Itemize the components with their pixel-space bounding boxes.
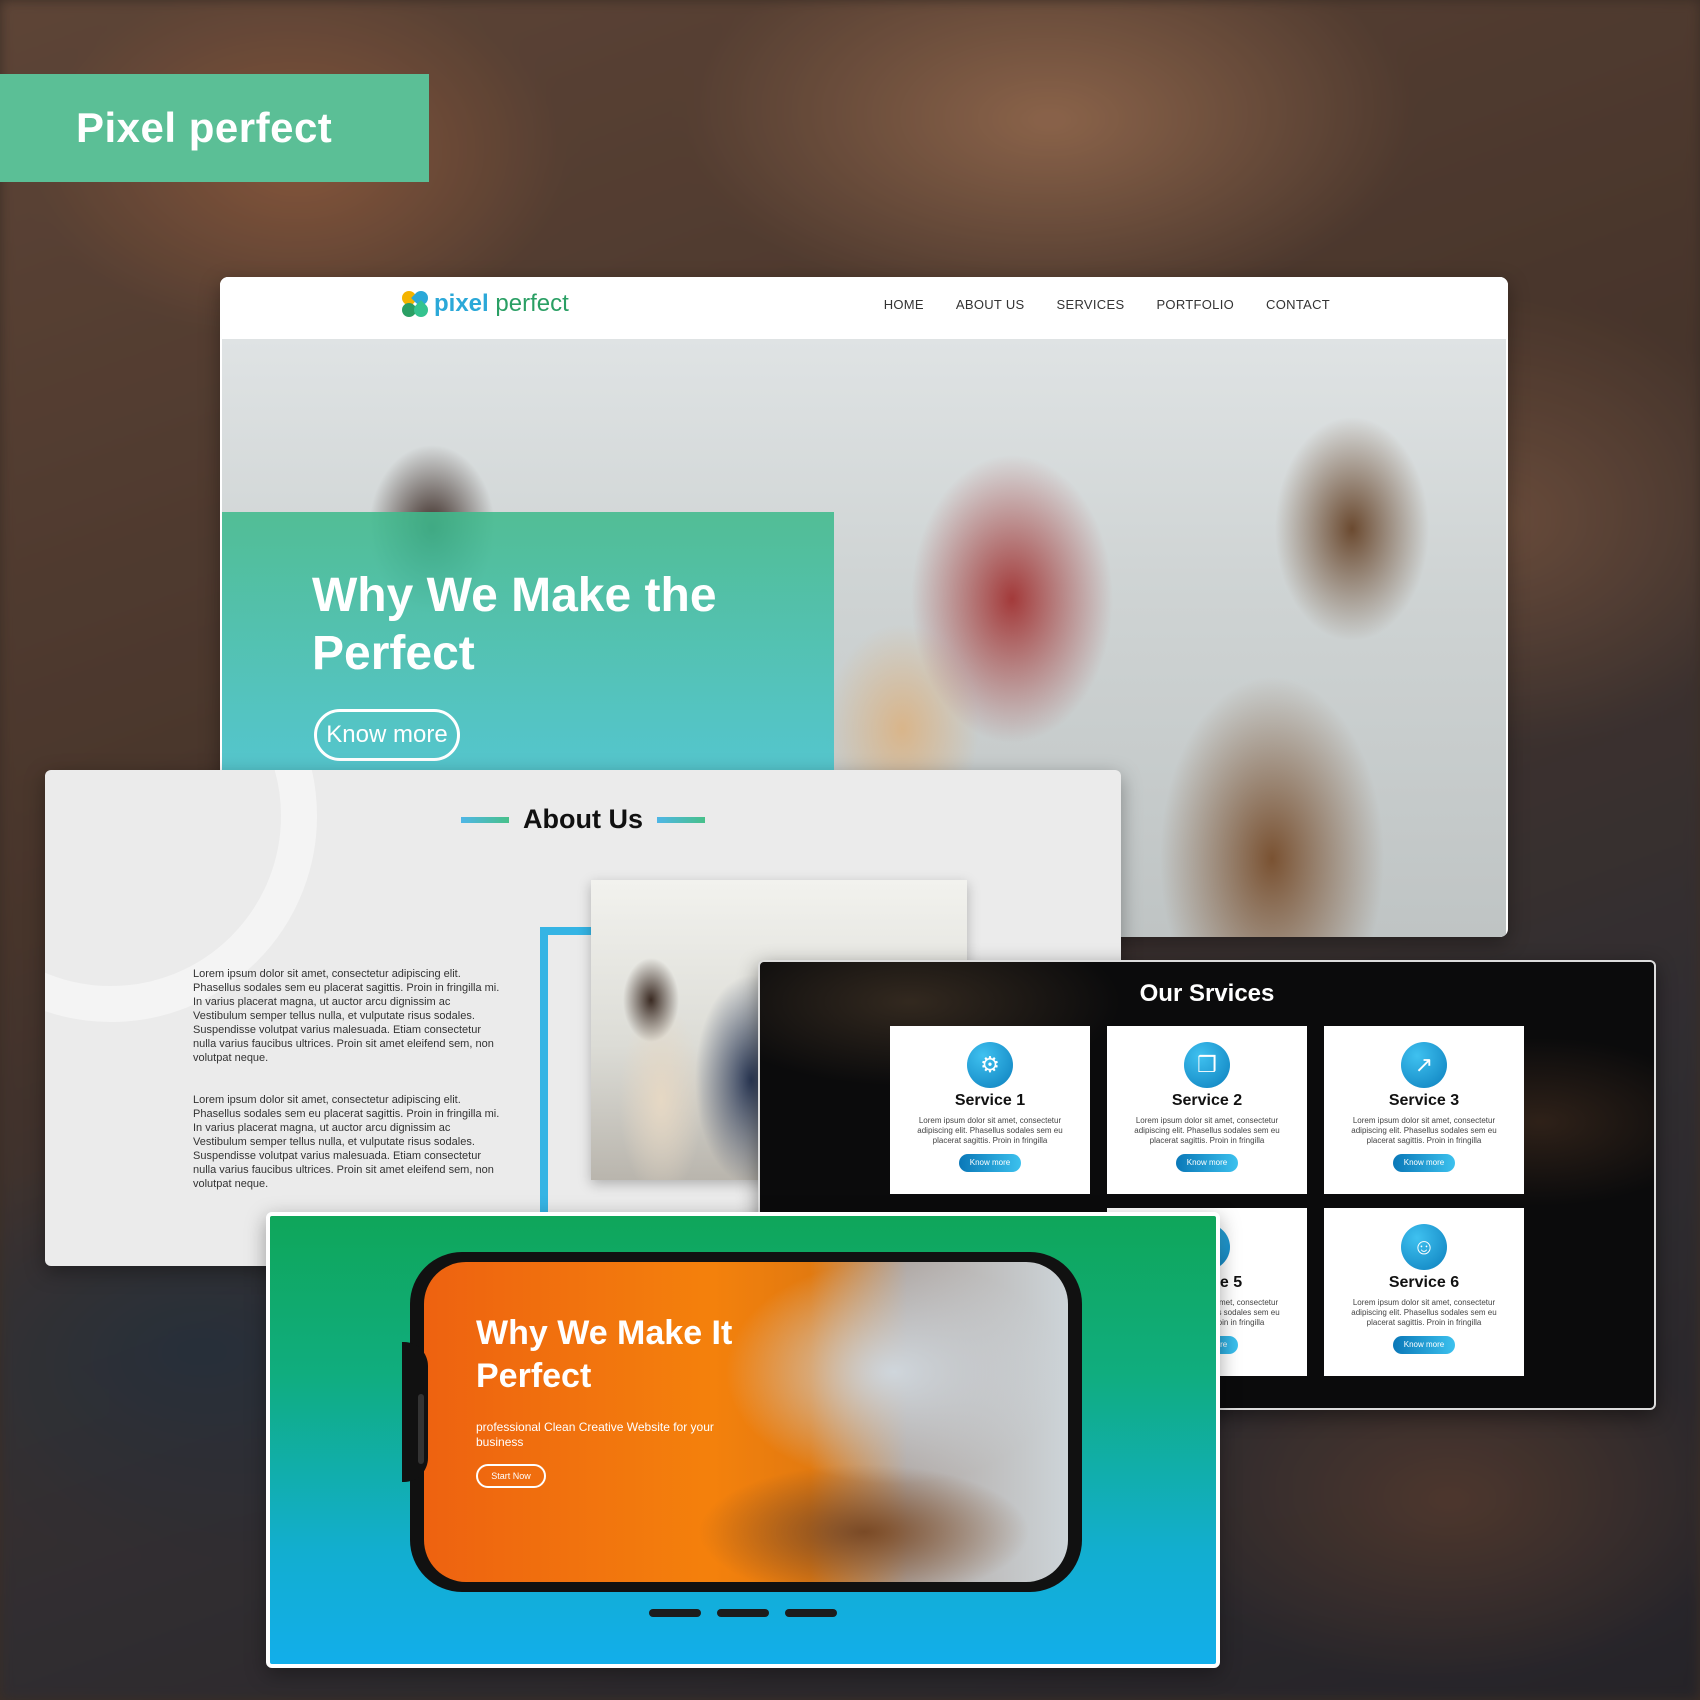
slider-dot[interactable] [785,1609,837,1617]
service-description: Lorem ipsum dolor sit amet, consectetur … [1134,1116,1280,1145]
service-know-more-button[interactable]: Know more [959,1154,1021,1172]
mobile-hero-title: Why We Make It Perfect [476,1314,733,1395]
nav-contact[interactable]: CONTACT [1266,297,1330,312]
nav-services[interactable]: SERVICES [1057,297,1125,312]
logo-text: pixel perfect [434,290,569,317]
know-more-button[interactable]: Know more [314,709,460,761]
phone-side-button [418,1394,424,1464]
logo[interactable]: pixel perfect [399,288,569,320]
slider-dot[interactable] [649,1609,701,1617]
slider-dots [270,1609,1216,1617]
nav-portfolio[interactable]: PORTFOLIO [1156,297,1234,312]
navbar: pixel perfect HOME ABOUT US SERVICES POR… [220,277,1508,337]
cubes-icon: ❒ [1184,1042,1230,1088]
phone-notch [402,1342,428,1482]
chart-icon: ↗ [1401,1042,1447,1088]
nav-home[interactable]: HOME [884,297,924,312]
services-title: Our Srvices [1139,980,1275,1007]
about-paragraph-1: Lorem ipsum dolor sit amet, consectetur … [193,968,500,1064]
service-name: Service 3 [1388,1092,1460,1109]
gears-icon: ⚙ [967,1042,1013,1088]
nav-about-us[interactable]: ABOUT US [956,297,1025,312]
service-know-more-button[interactable]: Know more [1393,1154,1455,1172]
badge-label: Pixel perfect [76,104,333,151]
nav-links: HOME ABOUT US SERVICES PORTFOLIO CONTACT [852,297,1330,312]
about-paragraph-2: Lorem ipsum dolor sit amet, consectetur … [193,1094,500,1190]
phone-mockup: Why We Make It Perfect professional Clea… [402,1252,1082,1592]
about-title: About Us [523,804,643,834]
service-card: ❒ Service 2 Lorem ipsum dolor sit amet, … [1107,1026,1307,1194]
service-name: Service 6 [1388,1274,1460,1291]
service-card: ☺ Service 6 Lorem ipsum dolor sit amet, … [1324,1208,1524,1376]
service-description: Lorem ipsum dolor sit amet, consectetur … [917,1116,1063,1145]
service-name: Service 2 [1171,1092,1243,1109]
mobile-preview: Why We Make It Perfect professional Clea… [266,1212,1220,1668]
start-now-button[interactable]: Start Now [476,1464,546,1488]
phone-screen: Why We Make It Perfect professional Clea… [424,1262,1068,1582]
about-header: About Us [45,804,1121,835]
service-description: Lorem ipsum dolor sit amet, consectetur … [1351,1116,1497,1145]
slider-dot[interactable] [717,1609,769,1617]
mobile-hero-subtitle: professional Clean Creative Website for … [476,1420,714,1449]
service-name: Service 1 [954,1092,1026,1109]
service-description: Lorem ipsum dolor sit amet, consectetur … [1351,1298,1497,1327]
user-icon: ☺ [1401,1224,1447,1270]
service-know-more-button[interactable]: Know more [1176,1154,1238,1172]
service-card: ↗ Service 3 Lorem ipsum dolor sit amet, … [1324,1026,1524,1194]
clover-logo-icon [399,288,431,320]
hero-title: Why We Make the Perfect [312,569,717,680]
title-bar-left [461,816,509,823]
service-card: ⚙ Service 1 Lorem ipsum dolor sit amet, … [890,1026,1090,1194]
service-know-more-button[interactable]: Know more [1393,1336,1455,1354]
title-bar-right [656,816,705,823]
title-badge: Pixel perfect [0,74,429,182]
